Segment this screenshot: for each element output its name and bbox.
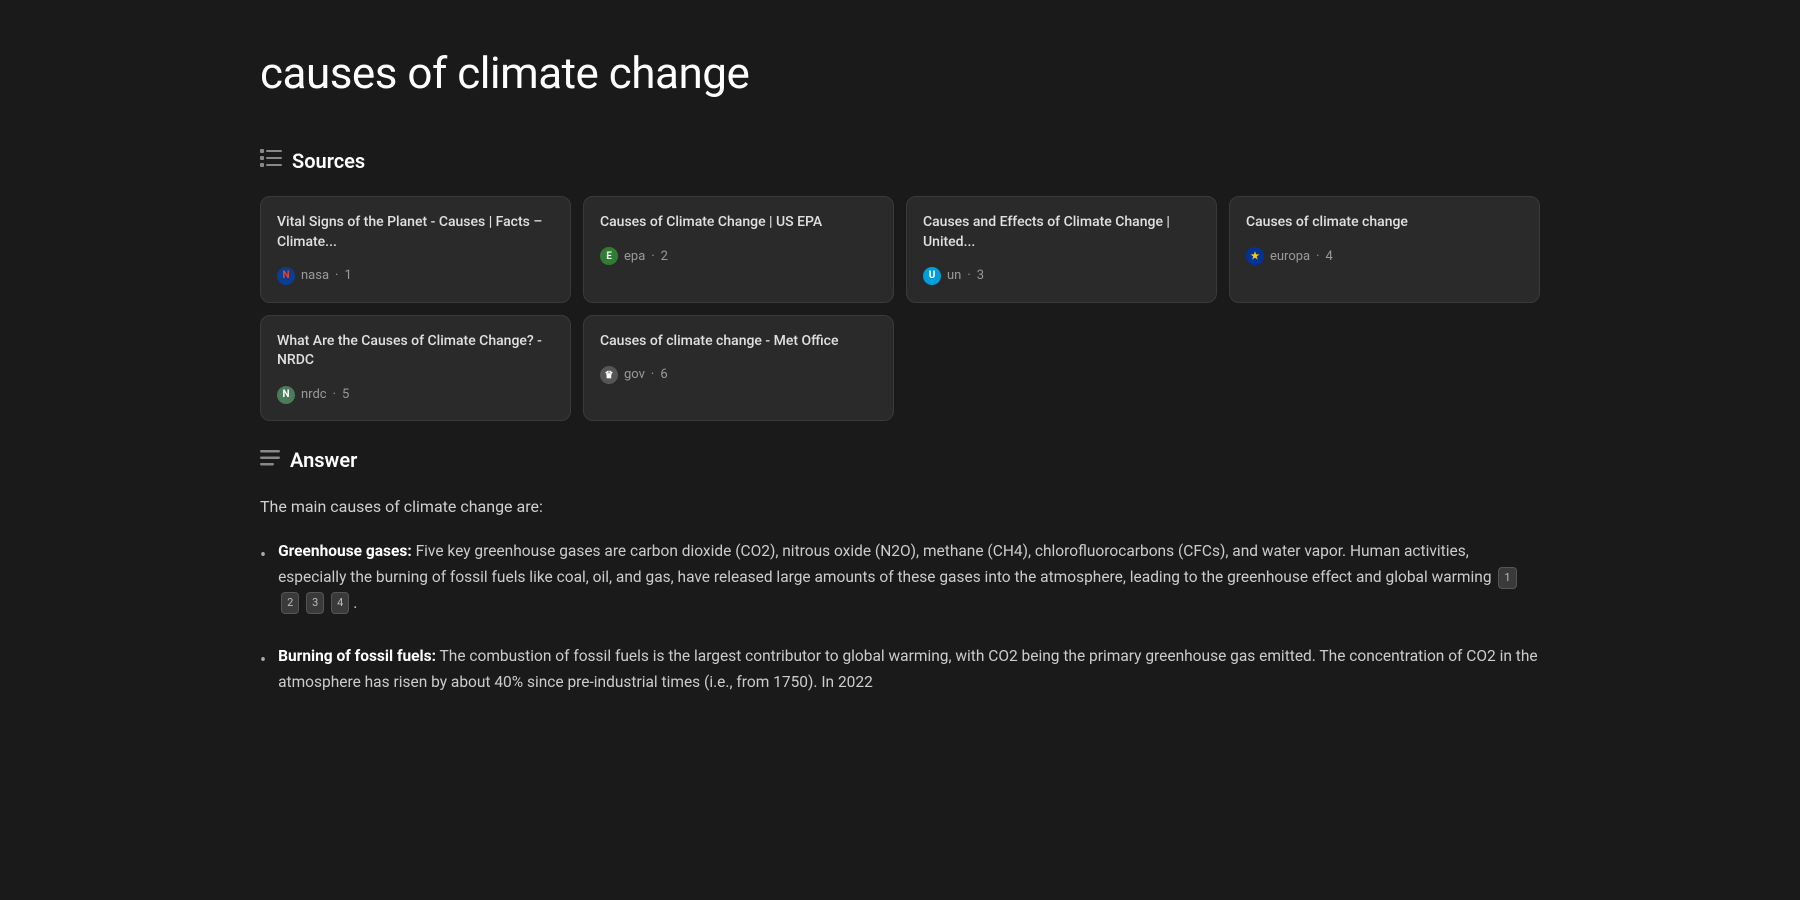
source-card-6[interactable]: Causes of climate change - Met Office ♛ … <box>583 315 894 422</box>
favicon-nrdc: N <box>277 386 295 404</box>
source-site-1: nasa <box>301 266 329 286</box>
answer-heading: Answer <box>290 445 357 475</box>
bullet-1: • <box>260 541 266 616</box>
source-title-4: Causes of climate change <box>1246 213 1523 233</box>
citation-3[interactable]: 3 <box>306 592 324 614</box>
source-title-3: Causes and Effects of Climate Change | U… <box>923 213 1200 252</box>
answer-intro: The main causes of climate change are: <box>260 495 1540 519</box>
page-title: causes of climate change <box>260 40 1540 106</box>
citation-1[interactable]: 1 <box>1498 567 1516 589</box>
citation-4[interactable]: 4 <box>331 592 349 614</box>
answer-list: • Greenhouse gases: Five key greenhouse … <box>260 539 1540 695</box>
answer-body-2: The combustion of fossil fuels is the la… <box>278 647 1538 691</box>
source-card-1[interactable]: Vital Signs of the Planet - Causes | Fac… <box>260 196 571 303</box>
source-num-2: 2 <box>661 247 668 267</box>
answer-icon <box>260 447 280 474</box>
source-card-3[interactable]: Causes and Effects of Climate Change | U… <box>906 196 1217 303</box>
bullet-2: • <box>260 646 266 695</box>
source-site-5: nrdc <box>301 385 327 405</box>
source-title-5: What Are the Causes of Climate Change? -… <box>277 332 554 371</box>
term-1: Greenhouse gases: <box>278 542 412 560</box>
list-item-greenhouse: • Greenhouse gases: Five key greenhouse … <box>260 539 1540 616</box>
source-num-4: 4 <box>1326 247 1333 267</box>
sources-heading: Sources <box>292 146 365 176</box>
source-num-6: 6 <box>660 365 667 385</box>
answer-body-1: Five key greenhouse gases are carbon dio… <box>278 542 1491 586</box>
favicon-europa: ★ <box>1246 247 1264 265</box>
source-card-2[interactable]: Causes of Climate Change | US EPA E epa … <box>583 196 894 303</box>
source-site-3: un <box>947 266 961 286</box>
favicon-epa: E <box>600 247 618 265</box>
source-title-1: Vital Signs of the Planet - Causes | Fac… <box>277 213 554 252</box>
citation-2[interactable]: 2 <box>281 592 299 614</box>
answer-section: Answer The main causes of climate change… <box>260 445 1540 695</box>
favicon-un: U <box>923 267 941 285</box>
answer-text-2: Burning of fossil fuels: The combustion … <box>278 644 1540 695</box>
source-site-6: gov <box>624 365 645 385</box>
source-num-1: 1 <box>344 266 351 286</box>
favicon-nasa: N <box>277 267 295 285</box>
sources-icon <box>260 148 282 175</box>
source-title-2: Causes of Climate Change | US EPA <box>600 213 877 233</box>
source-title-6: Causes of climate change - Met Office <box>600 332 877 352</box>
source-site-4: europa <box>1270 247 1310 267</box>
answer-text-1: Greenhouse gases: Five key greenhouse ga… <box>278 539 1540 616</box>
list-item-fossil-fuels: • Burning of fossil fuels: The combustio… <box>260 644 1540 695</box>
source-num-3: 3 <box>977 266 984 286</box>
source-card-4[interactable]: Causes of climate change ★ europa · 4 <box>1229 196 1540 303</box>
source-card-5[interactable]: What Are the Causes of Climate Change? -… <box>260 315 571 422</box>
source-site-2: epa <box>624 247 645 267</box>
source-num-5: 5 <box>342 385 349 405</box>
favicon-gov: ♛ <box>600 366 618 384</box>
term-2: Burning of fossil fuels: <box>278 647 436 665</box>
